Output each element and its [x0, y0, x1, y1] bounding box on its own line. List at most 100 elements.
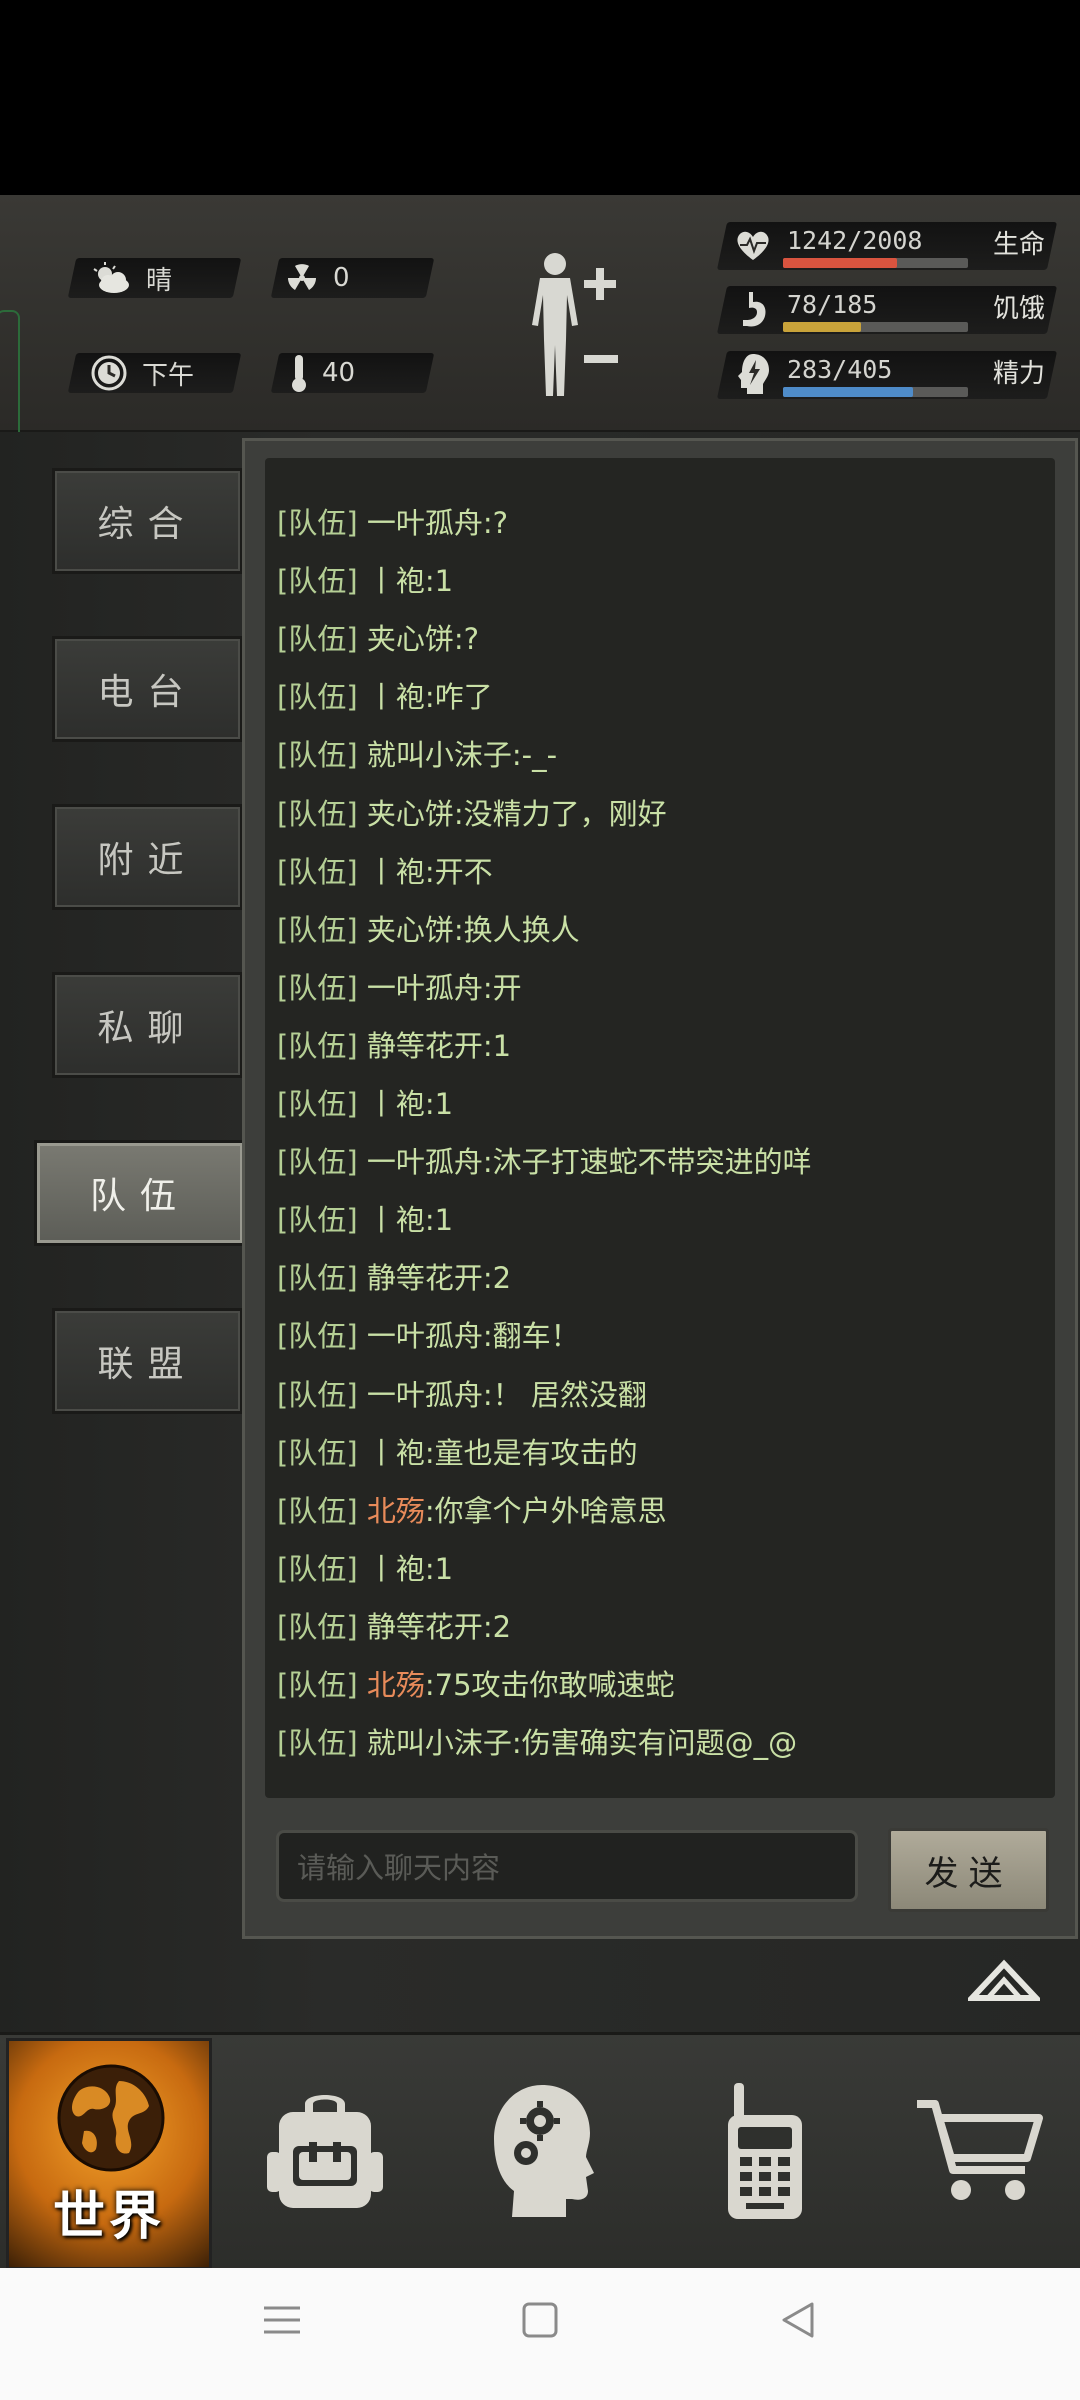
nav-shop[interactable] [900, 2038, 1060, 2264]
nav-skills[interactable] [470, 2038, 620, 2264]
chat-message: [队伍] 一叶孤舟:！ 居然没翻 [277, 1372, 647, 1414]
health-value: 1242/2008 [787, 226, 923, 255]
walkie-talkie-icon [728, 2083, 802, 2219]
home-icon[interactable] [520, 2300, 560, 2340]
stomach-icon [743, 292, 766, 327]
chat-message: [队伍] 北殇:75攻击你敢喊速蛇 [277, 1662, 675, 1704]
energy-label: 精力 [993, 359, 1046, 389]
tab-radio[interactable]: 电台 [52, 636, 243, 742]
sender-name[interactable]: 一叶孤舟 [367, 1319, 483, 1353]
chat-message: [队伍] 静等花开:1 [277, 1023, 511, 1065]
tab-alliance[interactable]: 联盟 [52, 1308, 243, 1414]
sender-name[interactable]: 丨袍 [367, 855, 425, 889]
sender-name[interactable]: 丨袍 [367, 1436, 425, 1470]
message-text: :换人换人 [453, 912, 580, 947]
sender-name[interactable]: 夹心饼 [367, 797, 454, 831]
channel-tag: [队伍] [277, 1377, 358, 1412]
thermometer-icon [292, 355, 306, 392]
hunger-value: 78/185 [787, 290, 878, 319]
chat-message: [队伍] 一叶孤舟:? [277, 500, 508, 542]
chat-message: [队伍] 丨袍:1 [277, 558, 453, 600]
health-bar-fill [783, 258, 898, 268]
sender-name[interactable]: 夹心饼 [367, 913, 454, 947]
chat-message: [队伍] 丨袍:咋了 [277, 674, 493, 716]
sender-name[interactable]: 一叶孤舟 [367, 1378, 483, 1412]
channel-tag: [队伍] [277, 1319, 358, 1354]
chat-message: [队伍] 丨袍:1 [277, 1081, 453, 1123]
channel-tag: [队伍] [277, 1028, 358, 1063]
message-text: :！ 居然没翻 [482, 1377, 647, 1412]
backpack-icon [267, 2095, 383, 2208]
top-black-area [0, 0, 1080, 195]
cloud-sun-icon [93, 262, 129, 293]
hunger-bar [783, 322, 968, 332]
channel-tag: [队伍] [277, 1435, 358, 1470]
message-text: :? [453, 622, 480, 657]
menu-icon[interactable] [262, 2300, 302, 2340]
tab-private[interactable]: 私聊 [52, 972, 243, 1078]
message-text: :-_- [511, 738, 558, 773]
message-text: :? [482, 506, 509, 540]
tab-nearby[interactable]: 附近 [52, 804, 243, 910]
sender-name[interactable]: 一叶孤舟 [367, 1145, 483, 1179]
chat-message: [队伍] 静等花开:2 [277, 1255, 511, 1297]
sender-name[interactable]: 静等花开 [367, 1029, 483, 1063]
sender-name[interactable]: 丨袍 [367, 1552, 425, 1586]
brain-gears-icon [494, 2085, 594, 2217]
weather-text: 晴 [146, 265, 173, 296]
tab-team[interactable]: 队伍 [34, 1140, 246, 1246]
chat-message: [队伍] 一叶孤舟:沐子打速蛇不带突进的咩 [277, 1139, 812, 1181]
sender-name[interactable]: 丨袍 [367, 1203, 425, 1237]
sender-name[interactable]: 就叫小沫子 [367, 1726, 512, 1760]
human-body-icon [532, 253, 578, 396]
sender-name[interactable]: 夹心饼 [367, 622, 454, 656]
chat-message: [队伍] 一叶孤舟:开 [277, 965, 522, 1007]
channel-tag: [队伍] [277, 796, 358, 831]
energy-value: 283/405 [787, 355, 893, 384]
temperature-indicator: 40 [290, 353, 355, 393]
energy-bar-fill [783, 387, 913, 397]
back-icon[interactable] [778, 2300, 818, 2340]
sender-name[interactable]: 一叶孤舟 [367, 971, 483, 1005]
sender-name[interactable]: 北殇 [367, 1668, 425, 1702]
message-text: :翻车！ [482, 1319, 580, 1354]
message-text: :开 [482, 970, 522, 1005]
chat-message: [队伍] 丨袍:童也是有攻击的 [277, 1430, 638, 1472]
sender-name[interactable]: 一叶孤舟 [367, 506, 483, 540]
channel-tag: [队伍] [277, 854, 358, 889]
health-label: 生命 [993, 230, 1046, 260]
tab-general[interactable]: 综合 [52, 468, 243, 574]
chat-message: [队伍] 就叫小沫子:-_- [277, 732, 557, 774]
sender-name[interactable]: 静等花开 [367, 1610, 483, 1644]
energy-bar [783, 387, 968, 397]
temperature-value: 40 [322, 358, 356, 388]
body-status-button[interactable] [520, 250, 630, 400]
message-text: :咋了 [424, 680, 493, 715]
sender-name[interactable]: 就叫小沫子 [367, 738, 512, 772]
sender-name[interactable]: 丨袍 [367, 1087, 425, 1121]
chat-message: [队伍] 丨袍:开不 [277, 849, 493, 891]
channel-tag: [队伍] [277, 1261, 358, 1296]
health-bar [783, 258, 968, 268]
sender-name[interactable]: 北殇 [367, 1494, 425, 1528]
message-text: :沐子打速蛇不带突进的咩 [482, 1145, 812, 1180]
collapse-up-icon[interactable] [968, 1958, 1040, 2002]
chat-input[interactable]: 请输入聊天内容 [276, 1830, 858, 1902]
sender-name[interactable]: 静等花开 [367, 1261, 483, 1295]
message-text: :你拿个户外啥意思 [424, 1493, 667, 1528]
sender-name[interactable]: 丨袍 [367, 680, 425, 714]
nav-radio[interactable] [690, 2038, 840, 2264]
nav-world[interactable]: 世界 [6, 2038, 212, 2270]
nav-world-label: 世界 [52, 2187, 165, 2247]
channel-tag: [队伍] [277, 1668, 358, 1702]
chat-log[interactable]: [队伍] 一叶孤舟:? [队伍] 丨袍:1 [队伍] 夹心饼:? [队伍] 丨袍:咋了… [265, 458, 1055, 1798]
sender-name[interactable]: 丨袍 [367, 564, 425, 598]
message-text: :童也是有攻击的 [424, 1435, 638, 1470]
nav-backpack[interactable] [250, 2038, 400, 2264]
channel-tag: [队伍] [277, 1087, 358, 1121]
message-text: :2 [482, 1609, 512, 1644]
send-button[interactable]: 发送 [888, 1828, 1049, 1912]
message-text: :1 [424, 564, 454, 599]
message-text: :1 [424, 1551, 454, 1586]
radiation-indicator: 0 [285, 258, 350, 298]
